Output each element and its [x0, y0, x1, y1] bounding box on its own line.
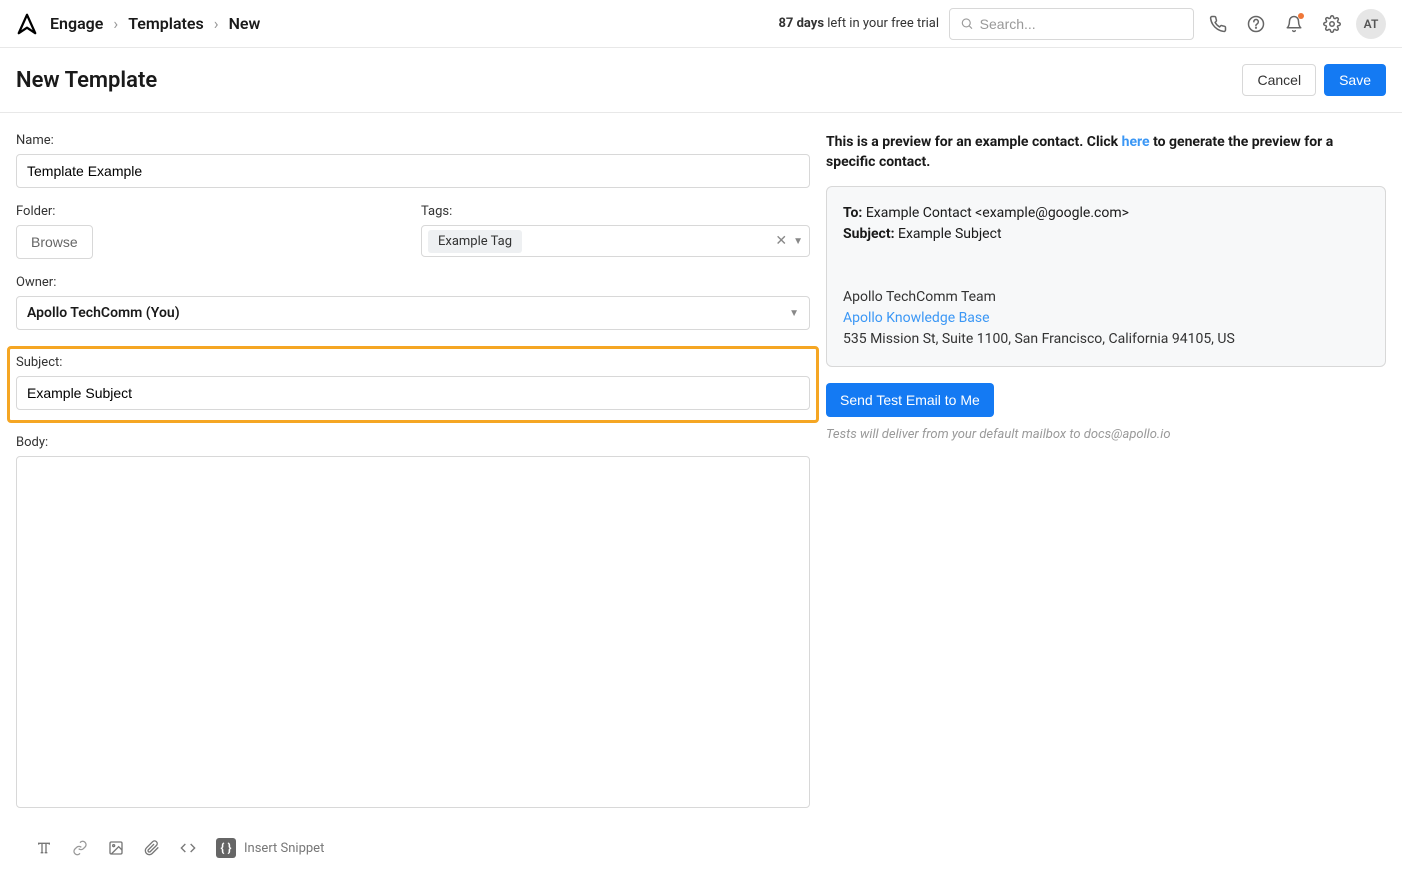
page-title: New Template [16, 68, 157, 93]
owner-select[interactable]: Apollo TechComm (You) ▼ [16, 296, 810, 330]
browse-button[interactable]: Browse [16, 225, 93, 259]
breadcrumb-engage[interactable]: Engage [50, 14, 103, 33]
breadcrumb-new: New [229, 14, 261, 33]
owner-value: Apollo TechComm (You) [27, 305, 180, 321]
image-icon[interactable] [108, 840, 124, 856]
notifications-icon[interactable] [1280, 10, 1308, 38]
preview-kb-link[interactable]: Apollo Knowledge Base [843, 310, 990, 326]
notification-dot [1298, 13, 1304, 19]
trial-suffix: left in your free trial [824, 16, 939, 31]
name-input[interactable] [16, 154, 810, 188]
breadcrumb-templates[interactable]: Templates [128, 14, 204, 33]
insert-snippet-label: Insert Snippet [244, 841, 324, 856]
search-icon [960, 16, 974, 31]
preview-subject-value: Example Subject [895, 226, 1002, 242]
code-icon[interactable] [180, 840, 196, 856]
text-format-icon[interactable] [36, 840, 52, 856]
user-avatar[interactable]: AT [1356, 9, 1386, 39]
attachment-icon[interactable] [144, 840, 160, 856]
name-label: Name: [16, 133, 810, 148]
chevron-down-icon[interactable]: ▼ [793, 236, 803, 247]
preview-subject-label: Subject: [843, 226, 895, 242]
topbar: Engage › Templates › New 87 days left in… [0, 0, 1402, 48]
folder-tags-row: Folder: Browse Tags: Example Tag ✕ ▼ [16, 204, 810, 275]
cancel-button[interactable]: Cancel [1242, 64, 1316, 96]
save-button[interactable]: Save [1324, 64, 1386, 96]
send-test-button[interactable]: Send Test Email to Me [826, 383, 994, 417]
breadcrumb: Engage › Templates › New [50, 14, 260, 33]
subject-group: Subject: [16, 355, 810, 410]
preview-intro: This is a preview for an example contact… [826, 133, 1386, 172]
chevron-right-icon: › [113, 14, 118, 33]
tags-actions: ✕ ▼ [775, 233, 803, 249]
preview-to-row: To: Example Contact <example@google.com> [843, 203, 1369, 224]
owner-label: Owner: [16, 275, 810, 290]
preview-panel: This is a preview for an example contact… [826, 133, 1386, 858]
topbar-left: Engage › Templates › New [16, 13, 260, 35]
app-logo[interactable] [16, 13, 38, 35]
phone-icon[interactable] [1204, 10, 1232, 38]
form-panel: Name: Folder: Browse Tags: Example Tag ✕… [16, 133, 810, 858]
owner-group: Owner: Apollo TechComm (You) ▼ [16, 275, 810, 330]
preview-to-label: To: [843, 205, 862, 221]
page-header: New Template Cancel Save [0, 48, 1402, 113]
preview-intro-prefix: This is a preview for an example contact… [826, 134, 1122, 150]
subject-input[interactable] [16, 376, 810, 410]
tags-group: Tags: Example Tag ✕ ▼ [421, 204, 810, 259]
preview-team-line: Apollo TechComm Team [843, 287, 1369, 308]
here-link[interactable]: here [1122, 134, 1150, 150]
header-buttons: Cancel Save [1242, 64, 1386, 96]
subject-label: Subject: [16, 355, 810, 370]
tags-input[interactable]: Example Tag ✕ ▼ [421, 225, 810, 257]
content: Name: Folder: Browse Tags: Example Tag ✕… [0, 113, 1402, 878]
preview-box: To: Example Contact <example@google.com>… [826, 186, 1386, 367]
search-input[interactable] [980, 16, 1183, 32]
help-icon[interactable] [1242, 10, 1270, 38]
insert-snippet-button[interactable]: { } Insert Snippet [216, 838, 324, 858]
topbar-right: 87 days left in your free trial [778, 8, 1386, 40]
link-icon[interactable] [72, 840, 88, 856]
subject-highlight: Subject: [7, 346, 819, 423]
trial-indicator: 87 days left in your free trial [778, 16, 939, 31]
snippet-icon: { } [216, 838, 236, 858]
clear-tags-icon[interactable]: ✕ [775, 233, 787, 249]
name-group: Name: [16, 133, 810, 188]
test-note: Tests will deliver from your default mai… [826, 427, 1386, 442]
trial-days: 87 days [778, 16, 824, 31]
tag-chip[interactable]: Example Tag [428, 230, 522, 253]
global-search[interactable] [949, 8, 1194, 40]
tags-label: Tags: [421, 204, 810, 219]
preview-address: 535 Mission St, Suite 1100, San Francisc… [843, 329, 1369, 350]
body-group: Body: [16, 435, 810, 812]
preview-subject-row: Subject: Example Subject [843, 224, 1369, 245]
chevron-down-icon: ▼ [789, 308, 799, 319]
body-label: Body: [16, 435, 810, 450]
body-editor[interactable] [16, 456, 810, 808]
folder-label: Folder: [16, 204, 405, 219]
settings-icon[interactable] [1318, 10, 1346, 38]
folder-group: Folder: Browse [16, 204, 405, 259]
chevron-right-icon: › [214, 14, 219, 33]
preview-to-value: Example Contact <example@google.com> [862, 205, 1129, 221]
editor-toolbar: { } Insert Snippet [16, 828, 810, 858]
